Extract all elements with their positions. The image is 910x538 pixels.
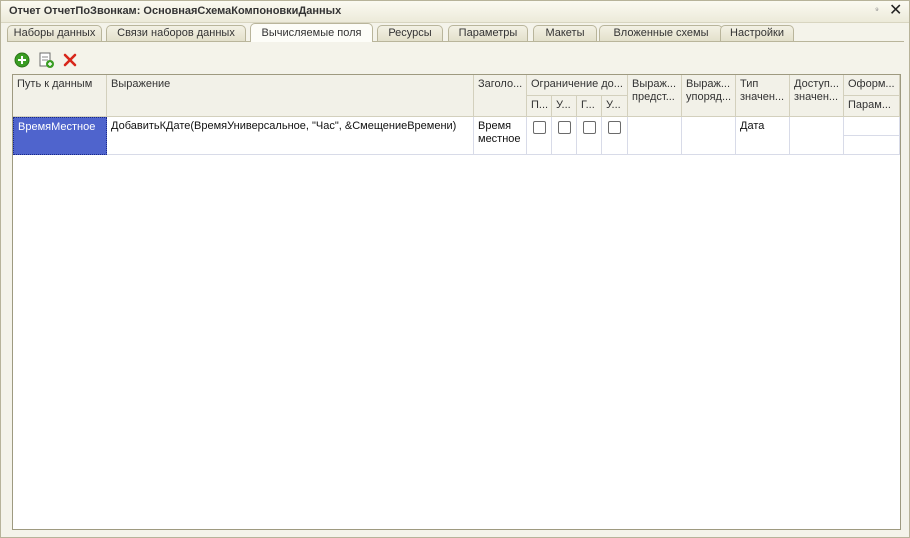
cell-title[interactable]: Время местное (474, 117, 527, 155)
cell-restriction-4 (602, 117, 628, 155)
header-available[interactable]: Доступ... значен... (790, 75, 844, 117)
cell-path[interactable]: ВремяМестное (13, 117, 107, 155)
cell-restriction-2 (552, 117, 577, 155)
header-restriction-sub-4[interactable]: У... (602, 96, 628, 117)
tab-data-sets[interactable]: Наборы данных (7, 25, 102, 41)
cell-expr-order[interactable] (682, 117, 736, 155)
calculated-fields-grid: Путь к данным Выражение Заголо... Ограни… (12, 74, 901, 530)
header-title[interactable]: Заголо... (474, 75, 527, 117)
header-type[interactable]: Тип значен... (736, 75, 790, 117)
delete-icon[interactable] (61, 51, 79, 69)
tab-parameters[interactable]: Параметры (448, 25, 528, 41)
restriction-checkbox-3[interactable] (583, 121, 596, 134)
header-format[interactable]: Оформ... (844, 75, 900, 96)
header-restriction-sub-3[interactable]: Г... (577, 96, 602, 117)
add-icon[interactable] (13, 51, 31, 69)
tab-data-set-links[interactable]: Связи наборов данных (106, 25, 246, 41)
window-title: Отчет ОтчетПоЗвонкам: ОсновнаяСхемаКомпо… (9, 5, 342, 17)
cell-expression[interactable]: ДобавитьКДате(ВремяУниверсальное, "Час",… (107, 117, 474, 155)
tab-nested-schemas[interactable]: Вложенные схемы (599, 25, 723, 41)
cell-available[interactable] (790, 117, 844, 155)
cell-type[interactable]: Дата (736, 117, 790, 155)
tab-calculated-fields[interactable]: Вычисляемые поля (250, 23, 373, 42)
report-window: Отчет ОтчетПоЗвонкам: ОсновнаяСхемаКомпо… (0, 0, 910, 538)
header-restriction-sub-1[interactable]: П... (527, 96, 552, 117)
cell-restriction-3 (577, 117, 602, 155)
close-icon[interactable]: ✕ (889, 2, 902, 20)
cell-format[interactable] (844, 117, 900, 136)
copy-icon[interactable] (37, 51, 55, 69)
header-expr-order[interactable]: Выраж... упоряд... (682, 75, 736, 117)
tab-underline (7, 41, 904, 42)
header-expression[interactable]: Выражение (107, 75, 474, 117)
tab-bar: Наборы данных Связи наборов данных Вычис… (7, 23, 907, 42)
tab-resources[interactable]: Ресурсы (377, 25, 443, 41)
header-path[interactable]: Путь к данным (13, 75, 107, 117)
pin-icon[interactable]: ⁹ (875, 5, 879, 15)
header-restriction-sub-2[interactable]: У... (552, 96, 577, 117)
cell-restriction-1 (527, 117, 552, 155)
restriction-checkbox-2[interactable] (558, 121, 571, 134)
restriction-checkbox-1[interactable] (533, 121, 546, 134)
cell-expr-present[interactable] (628, 117, 682, 155)
tab-settings[interactable]: Настройки (720, 25, 794, 41)
header-restriction[interactable]: Ограничение до... (527, 75, 628, 96)
restriction-checkbox-4[interactable] (608, 121, 621, 134)
tab-layouts[interactable]: Макеты (533, 25, 597, 41)
header-expr-present[interactable]: Выраж... предст... (628, 75, 682, 117)
title-bar: Отчет ОтчетПоЗвонкам: ОсновнаяСхемаКомпо… (1, 1, 909, 23)
header-format-sub[interactable]: Парам... (844, 96, 900, 117)
cell-format-param[interactable] (844, 136, 900, 155)
